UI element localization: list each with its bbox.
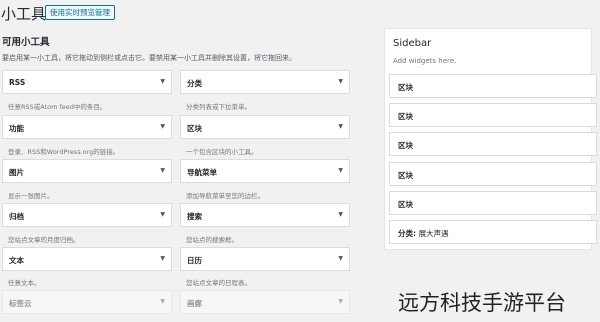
chevron-down-icon[interactable]: ▼	[160, 78, 165, 85]
widget-rss[interactable]: RSS ▼	[2, 70, 172, 94]
widget-desc: 您站点文章的日程表。	[186, 279, 251, 287]
chevron-down-icon[interactable]: ▼	[160, 211, 165, 218]
widget-name: 区块	[398, 171, 413, 180]
widget-desc: 添加导航菜单至您的边栏。	[186, 192, 264, 200]
sidebar-widget-categories[interactable]: 分类: 展大声遇	[389, 220, 597, 244]
widget-calendar[interactable]: 日历 ▼	[180, 247, 350, 271]
widget-name: 区块	[398, 141, 413, 150]
sidebar-widget-block[interactable]: 区块	[389, 74, 597, 98]
chevron-down-icon[interactable]: ▼	[338, 211, 343, 218]
chevron-down-icon[interactable]: ▼	[338, 298, 343, 305]
widget-text[interactable]: 文本 ▼	[2, 247, 172, 271]
widget-name: 区块	[398, 83, 413, 92]
available-widgets-title: 可用小工具	[2, 37, 50, 48]
widget-name: 区块	[398, 200, 413, 209]
widget-subtitle: 展大声遇	[418, 229, 449, 238]
chevron-down-icon[interactable]: ▼	[160, 123, 165, 130]
widget-name: RSS	[9, 78, 26, 87]
sidebar-hint: Add widgets here.	[393, 57, 457, 65]
widget-desc: 您站点的搜索框。	[186, 236, 238, 244]
live-preview-manage-button[interactable]: 使用实时预览管理	[45, 5, 115, 20]
widget-search[interactable]: 搜索 ▼	[180, 203, 350, 227]
widget-archives[interactable]: 归档 ▼	[2, 203, 172, 227]
widget-desc: 一个包含区块的小工具。	[186, 148, 258, 156]
widget-name: 搜索	[187, 212, 202, 221]
widget-name: 文本	[9, 256, 24, 265]
sidebar-panel: Sidebar Add widgets here. 区块 区块 区块 区块 区块…	[384, 28, 597, 250]
sidebar-widget-block[interactable]: 区块	[389, 132, 597, 156]
widget-tag-cloud[interactable]: 标签云 ▼	[2, 290, 172, 314]
chevron-down-icon[interactable]: ▼	[338, 167, 343, 174]
widget-name: 图片	[9, 168, 24, 177]
chevron-down-icon[interactable]: ▼	[160, 298, 165, 305]
widget-desc: 登录、RSS和WordPress.org的链接。	[8, 148, 120, 156]
widget-desc: 任意RSS或Atom feed中的条目。	[8, 103, 107, 111]
widget-name: 功能	[9, 124, 24, 133]
widget-block[interactable]: 区块 ▼	[180, 115, 350, 139]
sidebar-widget-block[interactable]: 区块	[389, 162, 597, 186]
widget-name: 分类:	[398, 229, 416, 238]
chevron-down-icon[interactable]: ▼	[160, 167, 165, 174]
widget-categories[interactable]: 分类 ▼	[180, 70, 350, 94]
chevron-down-icon[interactable]: ▼	[160, 255, 165, 262]
widget-name: 标签云	[9, 299, 32, 308]
widget-meta[interactable]: 功能 ▼	[2, 115, 172, 139]
watermark: 远方科技手游平台	[398, 291, 566, 315]
widget-name: 日历	[187, 256, 202, 265]
widget-name: 画廊	[187, 299, 202, 308]
widget-name: 分类	[187, 79, 202, 88]
sidebar-widget-block[interactable]: 区块	[389, 103, 597, 127]
widget-desc: 显示一张图片。	[8, 192, 54, 200]
widget-name: 导航菜单	[187, 168, 217, 177]
chevron-down-icon[interactable]: ▼	[338, 123, 343, 130]
widget-desc: 您站点文章的月度归档。	[8, 236, 80, 244]
widget-gallery[interactable]: 画廊 ▼	[180, 290, 350, 314]
widget-desc: 任意文本。	[8, 279, 41, 287]
widget-desc: 分类列表或下拉菜单。	[186, 103, 251, 111]
sidebar-widget-block[interactable]: 区块	[389, 191, 597, 215]
widget-name: 归档	[9, 212, 24, 221]
page-title: 小工具	[1, 5, 47, 23]
chevron-down-icon[interactable]: ▼	[338, 78, 343, 85]
widget-name: 区块	[398, 112, 413, 121]
widget-name: 区块	[187, 124, 202, 133]
available-widgets-description: 要启用某一小工具，将它拖动到侧栏或点击它。要禁用某一小工具并删除其设置，将它拖回…	[2, 54, 296, 62]
widget-nav-menu[interactable]: 导航菜单 ▼	[180, 159, 350, 183]
widget-image[interactable]: 图片 ▼	[2, 159, 172, 183]
sidebar-title: Sidebar	[393, 38, 432, 49]
chevron-down-icon[interactable]: ▼	[338, 255, 343, 262]
